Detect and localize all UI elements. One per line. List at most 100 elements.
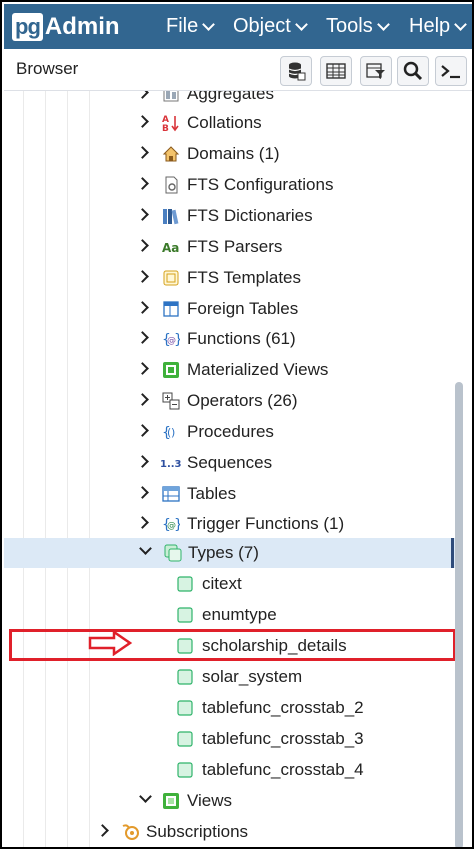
tree-item-materialized-views[interactable]: Materialized Views <box>4 355 459 385</box>
chevron-right-icon[interactable] <box>136 362 149 375</box>
domains-icon <box>162 146 180 162</box>
operators-icon <box>162 392 180 410</box>
chevron-right-icon[interactable] <box>136 486 149 499</box>
table-view-icon <box>326 63 346 79</box>
type-icon <box>177 700 193 716</box>
tree-item-operators[interactable]: Operators (26) <box>4 386 459 416</box>
tables-icon <box>162 486 180 502</box>
types-icon <box>164 544 182 562</box>
chevron-right-icon[interactable] <box>136 424 149 437</box>
view-data-button[interactable] <box>320 56 352 86</box>
chevron-right-icon[interactable] <box>136 115 149 128</box>
svg-text:1..3: 1..3 <box>160 459 182 470</box>
tree-item-tables[interactable]: Tables <box>4 479 459 509</box>
database-query-icon <box>288 62 306 81</box>
chevron-right-icon[interactable] <box>136 239 149 252</box>
menu-help[interactable]: Help <box>409 4 468 49</box>
browser-panel-header: Browser <box>4 49 472 91</box>
chevron-right-icon[interactable] <box>136 331 149 344</box>
tree-item-label: tablefunc_crosstab_4 <box>202 760 364 779</box>
menu-file[interactable]: File <box>166 4 216 49</box>
chevron-right-icon[interactable] <box>136 91 149 99</box>
tree-item-label: Operators (26) <box>187 391 298 410</box>
query-tool-button[interactable] <box>280 56 312 86</box>
tree-item-tablefunc-crosstab-2[interactable]: tablefunc_crosstab_2 <box>4 693 459 723</box>
menu-tools-label: Tools <box>326 15 373 37</box>
tree-item-fts-parsers[interactable]: Aa FTS Parsers <box>4 232 459 262</box>
type-icon <box>177 576 193 592</box>
search-objects-button[interactable] <box>397 56 429 86</box>
tree-item-citext[interactable]: citext <box>4 569 459 599</box>
subscriptions-icon <box>122 824 139 840</box>
tree-item-trigger-functions[interactable]: { @ } Trigger Functions (1) <box>4 509 459 539</box>
chevron-down-icon[interactable] <box>139 542 152 555</box>
tree-item-fts-dictionaries[interactable]: FTS Dictionaries <box>4 201 459 231</box>
menu-tools[interactable]: Tools <box>326 4 390 49</box>
logo-admin: Admin <box>44 13 120 40</box>
tree-item-procedures[interactable]: { ( ) Procedures <box>4 417 459 447</box>
procedures-icon: { ( ) <box>162 425 175 441</box>
tree-item-functions[interactable]: { @ } Functions (61) <box>4 324 459 354</box>
svg-text:): ) <box>171 426 175 439</box>
tree-item-label: Views <box>187 791 233 810</box>
chevron-down-icon <box>376 17 390 31</box>
chevron-down-icon[interactable] <box>139 790 152 803</box>
tree-scrollbar[interactable] <box>455 382 463 847</box>
tree-item-label: FTS Dictionaries <box>187 206 313 225</box>
tree-item-views[interactable]: Views <box>4 786 459 816</box>
tree-item-label: Tables <box>187 484 237 503</box>
tree-item-label: Trigger Functions (1) <box>187 514 345 533</box>
type-icon <box>177 731 193 747</box>
tree-item-enumtype[interactable]: enumtype <box>4 600 459 630</box>
logo-pg: pg <box>12 13 43 41</box>
tree-item-domains[interactable]: Domains (1) <box>4 139 459 169</box>
aggregates-icon <box>163 91 179 102</box>
trigger-functions-icon: { @ } <box>162 517 180 533</box>
tree-item-solar-system[interactable]: solar_system <box>4 662 459 692</box>
chevron-right-icon[interactable] <box>136 208 149 221</box>
chevron-right-icon[interactable] <box>136 516 149 529</box>
pgadmin-logo[interactable]: pg Admin <box>12 12 120 42</box>
chevron-right-icon[interactable] <box>136 177 149 190</box>
chevron-down-icon <box>202 17 216 31</box>
tree-item-label: Procedures <box>187 422 274 441</box>
browser-tree: Aggregates A B Collations Domains (1) FT… <box>4 91 472 847</box>
svg-text:Aa: Aa <box>162 241 179 255</box>
tree-item-foreign-tables[interactable]: Foreign Tables <box>4 294 459 324</box>
chevron-right-icon[interactable] <box>136 146 149 159</box>
tree-item-label: FTS Parsers <box>187 237 283 256</box>
tree-item-subscriptions[interactable]: Subscriptions <box>4 817 459 847</box>
app-frame: pg Admin File Object Tools Help Browser <box>0 0 474 849</box>
top-navbar: pg Admin File Object Tools Help <box>4 4 472 49</box>
foreign-tables-icon <box>163 301 179 317</box>
type-icon <box>177 607 193 623</box>
tree-item-label: Aggregates <box>187 91 274 103</box>
chevron-right-icon[interactable] <box>136 393 149 406</box>
type-icon <box>177 669 193 685</box>
chevron-right-icon[interactable] <box>136 270 149 283</box>
tree-item-fts-templates[interactable]: FTS Templates <box>4 263 459 293</box>
tree-item-label: citext <box>202 574 242 593</box>
tree-item-collations[interactable]: A B Collations <box>4 108 459 138</box>
menu-help-label: Help <box>409 15 451 37</box>
tree-item-label: FTS Configurations <box>187 175 334 194</box>
tree-item-label: tablefunc_crosstab_2 <box>202 698 364 717</box>
menu-object[interactable]: Object <box>233 4 308 49</box>
tree-item-tablefunc-crosstab-4[interactable]: tablefunc_crosstab_4 <box>4 755 459 785</box>
chevron-right-icon[interactable] <box>136 301 149 314</box>
tree-item-tablefunc-crosstab-3[interactable]: tablefunc_crosstab_3 <box>4 724 459 754</box>
functions-icon: { @ } <box>162 332 180 348</box>
tree-item-types[interactable]: Types (7) <box>4 538 459 568</box>
filtered-rows-button[interactable] <box>360 56 392 86</box>
views-icon <box>163 793 179 809</box>
tree-item-label: FTS Templates <box>187 268 302 287</box>
tree-item-label: solar_system <box>202 667 303 686</box>
tree-item-aggregates[interactable]: Aggregates <box>4 91 459 109</box>
tree-item-sequences[interactable]: 1..3 Sequences <box>4 448 459 478</box>
chevron-right-icon[interactable] <box>96 824 109 837</box>
materialized-views-icon <box>163 362 179 378</box>
psql-tool-button[interactable] <box>435 56 467 86</box>
tree-item-fts-configurations[interactable]: FTS Configurations <box>4 170 459 200</box>
browser-title: Browser <box>16 59 79 78</box>
chevron-right-icon[interactable] <box>136 455 149 468</box>
